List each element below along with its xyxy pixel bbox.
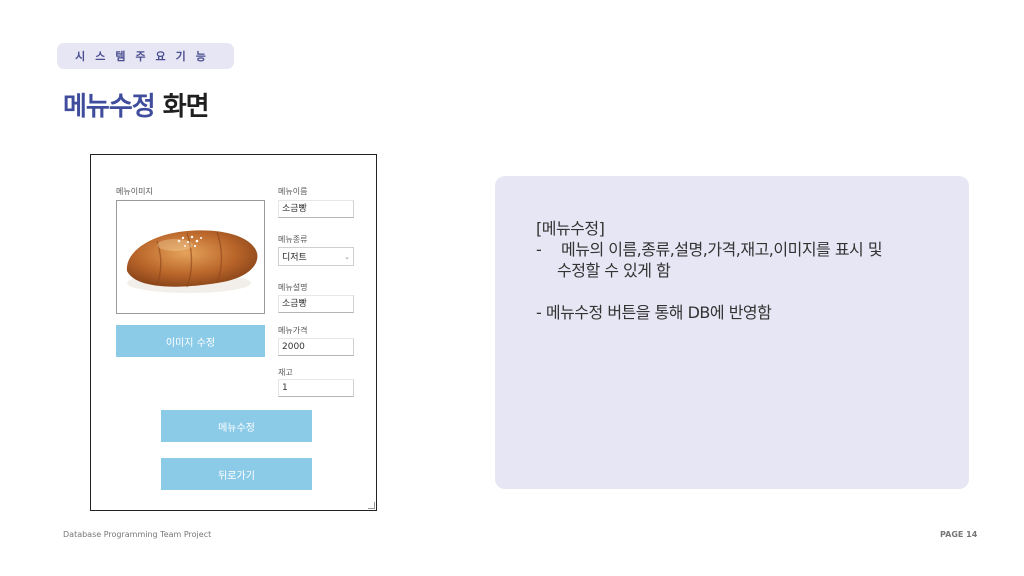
menu-description-input[interactable]: 소금빵 [278,295,354,313]
title-accent: 메뉴수정 [63,92,156,122]
description-panel: [메뉴수정] - 메뉴의 이름,종류,설명,가격,재고,이미지를 표시 및 수정할… [495,176,969,489]
description-heading: [메뉴수정] [536,219,605,238]
bread-image [126,230,258,293]
description-label: 메뉴설명 [278,283,308,292]
back-button[interactable]: 뒤로가기 [161,458,312,490]
page-title: 메뉴수정 화면 [63,86,210,123]
bullet-1-line-1: 메뉴의 이름,종류,설명,가격,재고,이미지를 표시 및 [561,240,883,259]
stock-label: 재고 [278,368,293,377]
footer-page-number: PAGE 14 [940,530,978,539]
menu-name-input[interactable]: 소금빵 [278,200,354,218]
footer-project-name: Database Programming Team Project [63,530,212,539]
section-label: 시스템주요기능 [57,43,234,69]
category-selected-value: 디저트 [282,253,307,263]
bullet-dash: - [536,240,542,259]
edit-image-button[interactable]: 이미지 수정 [116,325,265,357]
chevron-down-icon: ⌄ [344,252,350,261]
price-label: 메뉴가격 [278,326,308,335]
image-label: 메뉴이미지 [116,187,153,196]
menu-image-frame [116,200,265,314]
menu-edit-window: 메뉴이미지 이미지 수정 메뉴이름 소금빵 메뉴종류 디저트 ⌄ 메뉴설명 소금… [90,154,377,511]
description-bullet-1: - 메뉴의 이름,종류,설명,가격,재고,이미지를 표시 및 [536,239,883,260]
category-label: 메뉴종류 [278,235,308,244]
menu-price-input[interactable]: 2000 [278,338,354,356]
menu-stock-input[interactable]: 1 [278,379,354,397]
name-label: 메뉴이름 [278,187,308,196]
edit-menu-button[interactable]: 메뉴수정 [161,410,312,442]
description-text: [메뉴수정] - 메뉴의 이름,종류,설명,가격,재고,이미지를 표시 및 수정할… [536,218,883,323]
bullet-1-line-2: 수정할 수 있게 함 [557,261,671,280]
description-bullet-2: - 메뉴수정 버튼을 통해 DB에 반영함 [536,303,772,322]
menu-category-select[interactable]: 디저트 ⌄ [278,247,354,266]
title-rest: 화면 [162,92,210,122]
resize-grip-icon[interactable] [368,502,375,509]
